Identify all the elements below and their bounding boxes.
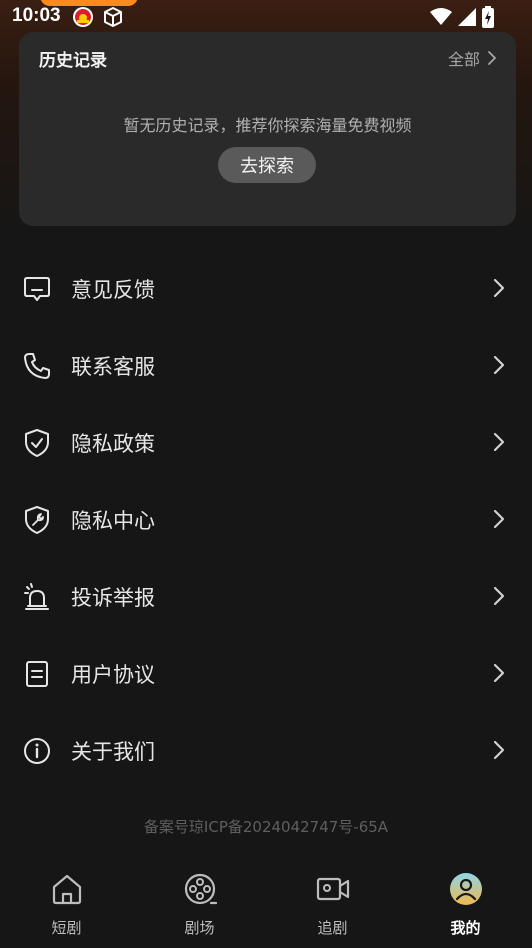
menu-item-user-agreement[interactable]: 用户协议 <box>0 635 532 712</box>
wifi-icon <box>430 8 452 25</box>
status-time: 10:03 <box>12 5 61 26</box>
menu-item-about-us[interactable]: 关于我们 <box>0 712 532 789</box>
tab-label: 短剧 <box>51 919 82 937</box>
icp-registration-text: 备案号琼ICP备2024042747号-65A <box>143 818 389 836</box>
tab-label: 追剧 <box>317 919 348 937</box>
menu-item-label: 用户协议 <box>71 663 155 687</box>
menu-item-label: 联系客服 <box>71 355 155 379</box>
phone-icon <box>24 353 50 379</box>
film-reel-icon <box>184 873 217 905</box>
feedback-icon <box>24 277 50 301</box>
signal-icon <box>458 8 476 26</box>
history-card: 历史记录 全部 暂无历史记录，推荐你探索海量免费视频 去探索 <box>19 32 516 226</box>
tab-follow-drama[interactable]: 追剧 <box>266 860 399 948</box>
battery-charging-icon <box>482 6 494 28</box>
avatar-icon <box>449 873 482 905</box>
status-bar: 10:03 <box>0 0 532 34</box>
cube-icon <box>104 7 122 27</box>
bottom-navigation: 短剧 剧场 追剧 我的 <box>0 860 532 948</box>
chevron-right-icon <box>493 740 505 760</box>
tab-theater[interactable]: 剧场 <box>133 860 266 948</box>
menu-item-label: 意见反馈 <box>71 278 155 302</box>
tab-label: 我的 <box>450 919 481 937</box>
status-left-icons <box>72 6 124 28</box>
taiwan-flag-app-icon <box>73 7 93 27</box>
video-camera-icon <box>316 877 349 901</box>
menu-item-report[interactable]: 投诉举报 <box>0 558 532 635</box>
chevron-right-icon <box>493 278 505 298</box>
chevron-right-icon <box>493 586 505 606</box>
tab-short-drama[interactable]: 短剧 <box>0 860 133 948</box>
chevron-right-icon <box>488 51 496 65</box>
menu-item-label: 隐私中心 <box>71 509 155 533</box>
tab-label: 剧场 <box>184 919 215 937</box>
status-right-icons <box>430 6 494 28</box>
menu-item-label: 投诉举报 <box>71 586 155 610</box>
shield-check-icon <box>25 429 49 457</box>
menu-item-label: 隐私政策 <box>71 432 155 456</box>
history-title: 历史记录 <box>39 51 107 71</box>
history-view-all-link[interactable]: 全部 <box>448 46 496 70</box>
menu-item-feedback[interactable]: 意见反馈 <box>0 250 532 327</box>
explore-button[interactable]: 去探索 <box>218 147 316 183</box>
alarm-icon <box>24 583 49 610</box>
menu-item-privacy-center[interactable]: 隐私中心 <box>0 481 532 558</box>
tab-mine[interactable]: 我的 <box>399 860 532 948</box>
shield-wrench-icon <box>25 506 49 534</box>
document-icon <box>26 661 48 687</box>
history-view-all-label: 全部 <box>447 50 480 69</box>
chevron-right-icon <box>493 355 505 375</box>
info-icon <box>24 738 50 764</box>
chevron-right-icon <box>493 663 505 683</box>
chevron-right-icon <box>493 432 505 452</box>
menu-item-privacy-policy[interactable]: 隐私政策 <box>0 404 532 481</box>
chevron-right-icon <box>493 509 505 529</box>
history-empty-message: 暂无历史记录，推荐你探索海量免费视频 <box>123 116 412 135</box>
home-icon <box>52 874 81 905</box>
menu-item-contact-support[interactable]: 联系客服 <box>0 327 532 404</box>
menu-item-label: 关于我们 <box>71 740 155 764</box>
